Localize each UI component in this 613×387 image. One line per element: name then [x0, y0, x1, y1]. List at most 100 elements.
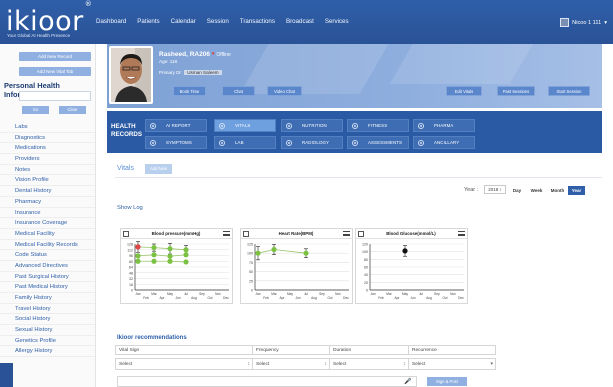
data-point — [167, 258, 173, 264]
past-sessions-button[interactable]: Past Sessions — [497, 86, 535, 96]
go-button[interactable]: Go — [22, 106, 49, 114]
sidebar-item-advanced-directives[interactable]: Advanced Directives — [0, 261, 95, 272]
nav-broadcast[interactable]: Broadcast — [286, 18, 314, 25]
nav-dashboard[interactable]: Dashboard — [96, 18, 126, 25]
menu-icon[interactable] — [222, 231, 230, 236]
sidebar-item-travel-history[interactable]: Travel History — [0, 304, 95, 315]
sidebar-item-providers[interactable]: Providers — [0, 154, 95, 165]
x-tick-label: May — [167, 292, 173, 296]
tile-label: NUTRITION — [302, 123, 327, 128]
menu-icon[interactable] — [458, 231, 465, 236]
tile-ancillary[interactable]: ANCILLARY — [413, 136, 475, 149]
nav-patients[interactable]: Patients — [137, 18, 159, 25]
sidebar-item-sexual-history[interactable]: Sexual History — [0, 325, 95, 336]
range-year[interactable]: Year — [568, 186, 585, 195]
tile-fitness[interactable]: FITNESS — [347, 119, 409, 132]
y-tick-label: 40 — [364, 273, 368, 277]
sidebar-item-medical-facility[interactable]: Medical Facility — [0, 229, 95, 240]
sidebar-item-pharmacy[interactable]: Pharmacy — [0, 197, 95, 208]
chart-title: Blood pressure(mmHg) — [151, 231, 201, 236]
expand-icon[interactable] — [243, 230, 249, 237]
add-new-record-button[interactable]: Add New Record — [19, 52, 91, 61]
chart-plot: 0 20 40 60 80 100 120 JanFebMarAprMayJun JulAugS… — [362, 243, 464, 301]
x-tick-label: Nov — [450, 292, 456, 296]
sidebar-item-notes[interactable]: Notes — [0, 165, 95, 176]
chat-button[interactable]: Chat — [222, 86, 255, 96]
nav-session[interactable]: Session — [207, 18, 229, 25]
nav-services[interactable]: Services — [325, 18, 349, 25]
avatar — [560, 18, 570, 27]
data-point — [255, 250, 261, 256]
range-week[interactable]: Week — [527, 186, 546, 195]
sidebar-item-past-medical-history[interactable]: Past Medical History — [0, 282, 95, 293]
sidebar-item-past-surgical-history[interactable]: Past Surgical History — [0, 272, 95, 283]
show-log-link[interactable]: Show Log — [117, 205, 143, 211]
edit-vitals-button[interactable]: Edit Vitals — [446, 86, 482, 96]
tile-lab[interactable]: LAB — [214, 136, 276, 149]
sidebar-item-medications[interactable]: Medications — [0, 143, 95, 155]
tile-symptoms[interactable]: SYMPTOMS — [145, 136, 207, 149]
x-tick-label: Sep — [434, 292, 440, 296]
search-input[interactable] — [19, 91, 91, 101]
sidebar-item-insurance-coverage[interactable]: Insurance Coverage — [0, 218, 95, 229]
status-dot: • — [211, 49, 215, 58]
sidebar-item-labs[interactable]: Labs — [0, 122, 95, 133]
recurrence-select[interactable]: Select — [408, 358, 496, 370]
range-month[interactable]: Month — [548, 186, 567, 195]
y-tick-label: 20 — [364, 281, 368, 285]
microphone-icon[interactable]: 🎤 — [404, 378, 411, 385]
tile-assessments[interactable]: ASSESSMENTS — [347, 136, 409, 149]
sidebar-item-medical-facility-records[interactable]: Medical Facility Records — [0, 240, 95, 251]
sign-post-button[interactable]: Sign & Post — [427, 377, 467, 386]
expand-icon[interactable] — [358, 230, 364, 237]
sidebar-item-diagnostics[interactable]: Diagnostics — [0, 133, 95, 144]
sidebar-item-genetics-profile[interactable]: Genetics Profile — [0, 336, 95, 347]
brand-logo[interactable]: ikioor® — [6, 0, 92, 36]
y-tick-label: 48 — [129, 271, 133, 275]
tile-ai-report[interactable]: AI REPORT — [145, 119, 207, 132]
sidebar-item-allergy-history[interactable]: Allergy History — [0, 346, 95, 358]
comment-input[interactable] — [117, 376, 417, 387]
data-point — [183, 259, 189, 265]
nav-transactions[interactable]: Transactions — [240, 18, 275, 25]
range-day[interactable]: Day — [509, 186, 525, 195]
add-new-vital-tab-button[interactable]: Add New Vital Tab — [19, 67, 91, 76]
clear-button[interactable]: Clear — [59, 106, 86, 114]
tile-label: RADIOLOGY — [302, 140, 330, 145]
x-tick-label: Aug — [426, 296, 432, 300]
tile-icon — [352, 122, 358, 129]
header-duration: Duration — [329, 345, 409, 355]
start-session-button[interactable]: Start Session — [548, 86, 590, 96]
chart-title: Blood Glucose(mmol/L) — [386, 231, 436, 236]
user-menu[interactable]: Nicoo 1 111 ▾ — [560, 18, 607, 27]
tile-vitals[interactable]: VITALS — [214, 119, 276, 132]
y-tick-label: 128 — [127, 243, 133, 247]
y-tick-label: 125 — [247, 243, 253, 247]
menu-icon[interactable] — [343, 231, 350, 236]
sidebar-item-vision-profile[interactable]: Vision Profile — [0, 175, 95, 187]
expand-icon[interactable] — [123, 230, 129, 237]
duration-select[interactable]: Select — [329, 358, 409, 370]
tile-radiology[interactable]: RADIOLOGY — [281, 136, 343, 149]
data-point — [183, 252, 189, 258]
frequency-select[interactable]: Select — [252, 358, 330, 370]
nav-calendar[interactable]: Calendar — [171, 18, 196, 25]
video-chat-button[interactable]: Video Chat — [267, 86, 302, 96]
tile-label: FITNESS — [368, 123, 388, 128]
tile-label: LAB — [235, 140, 244, 145]
tile-label: PHARMA — [434, 123, 454, 128]
book-time-button[interactable]: Book Time — [173, 86, 206, 96]
tile-pharma[interactable]: PHARMA — [413, 119, 475, 132]
vital-sign-select[interactable]: Select — [115, 358, 253, 370]
sidebar-item-social-history[interactable]: Social History — [0, 314, 95, 326]
sidebar-item-dental-history[interactable]: Dental History — [0, 186, 95, 197]
data-point — [183, 247, 189, 253]
year-select[interactable]: 2018 ↕ — [484, 185, 506, 194]
sidebar-item-code-status[interactable]: Code Status — [0, 250, 95, 261]
tile-nutrition[interactable]: NUTRITION — [281, 119, 343, 132]
sidebar-item-family-history[interactable]: Family History — [0, 293, 95, 304]
sidebar-item-insurance[interactable]: Insurance — [0, 208, 95, 219]
primary-doctor: Primary Dr: Usman Saleem — [159, 70, 222, 75]
add-new-vital-button[interactable]: Add New — [145, 164, 172, 174]
data-point — [167, 253, 173, 259]
